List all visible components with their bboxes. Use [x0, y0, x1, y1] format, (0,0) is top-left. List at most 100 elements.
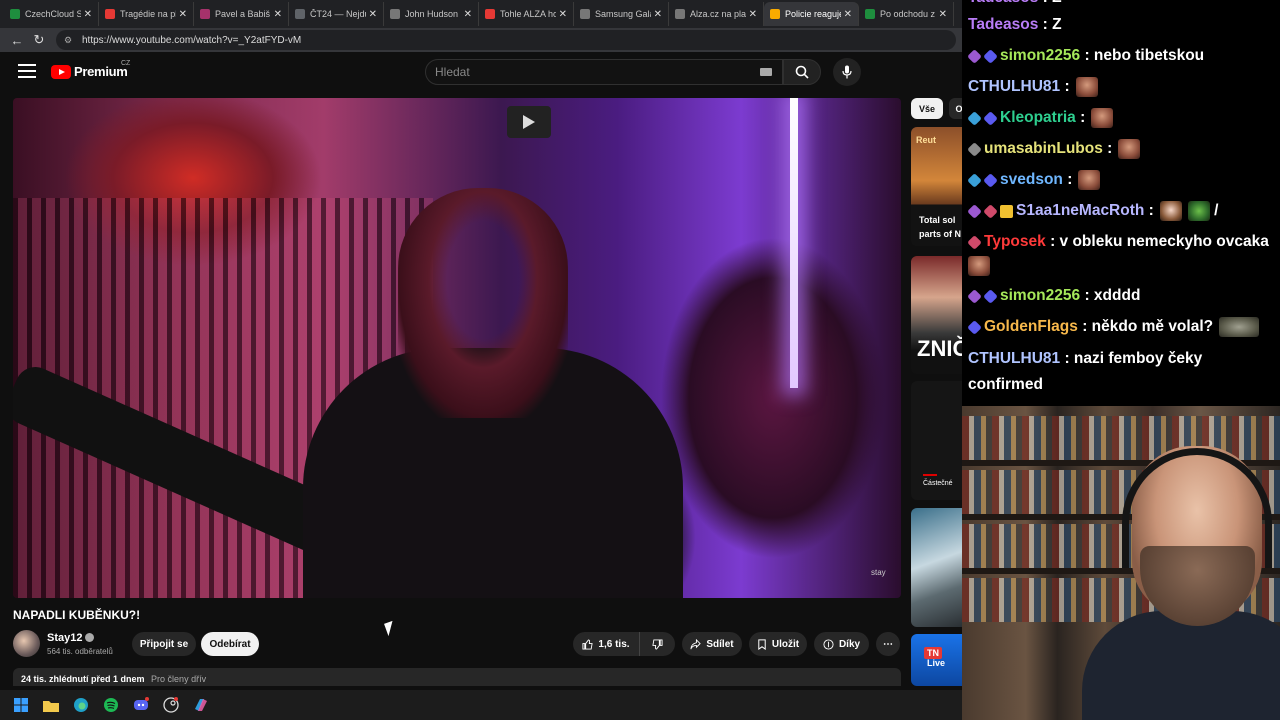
edge-logo-icon [74, 698, 88, 712]
emote-icon [1118, 139, 1141, 159]
gift-badge-icon [983, 172, 998, 188]
microphone-icon [842, 65, 852, 79]
browser-tab[interactable]: Tragédie na pla✕ [99, 2, 194, 26]
browser-tab[interactable]: Po odchodu z ✕ [859, 2, 954, 26]
close-icon[interactable]: ✕ [654, 9, 662, 20]
like-button[interactable]: 1,6 tis. [573, 632, 639, 656]
video-player[interactable]: stay [13, 98, 901, 598]
close-icon[interactable]: ✕ [464, 9, 472, 20]
members-first-label: Pro členy dřív [151, 674, 207, 684]
tab-title: Pavel a Babiš v [215, 9, 271, 19]
youtube-logo[interactable]: Premium CZ [51, 60, 130, 79]
discord-icon[interactable] [130, 694, 152, 716]
search-input[interactable]: Hledat [425, 59, 783, 85]
file-explorer-icon[interactable] [40, 694, 62, 716]
copilot-icon[interactable] [190, 694, 212, 716]
channel-watermark[interactable]: stay [871, 568, 886, 577]
browser-tab-strip: CzechCloud St✕ Tragédie na pla✕ Pavel a … [0, 0, 962, 28]
youtube-play-button-award [507, 106, 551, 138]
close-icon[interactable]: ✕ [84, 9, 92, 20]
recommended-video-thumbnail[interactable]: Částečné [911, 381, 962, 500]
chat-message-continuation [968, 256, 990, 276]
youtube-play-icon [51, 64, 71, 79]
chip-all[interactable]: Vše [911, 98, 943, 119]
close-icon[interactable]: ✕ [274, 9, 282, 20]
close-icon[interactable]: ✕ [179, 9, 187, 20]
search-button[interactable] [783, 59, 821, 85]
reload-icon[interactable]: ↻ [28, 29, 50, 51]
emote-icon [1219, 317, 1260, 337]
rec-title-line: Total sol [919, 215, 956, 225]
live-text: Live [927, 658, 946, 668]
tab-title: Tohle ALZA ho [500, 9, 556, 19]
mouse-cursor [384, 620, 397, 637]
browser-tab-active[interactable]: Policie reaguje ✕ [764, 2, 859, 26]
subscribe-button[interactable]: Odebírat [201, 632, 259, 656]
sub-badge-icon [967, 288, 982, 304]
recommended-video-thumbnail[interactable]: Reut Total sol parts of N [911, 127, 962, 246]
chat-message: simon2256 : xdddd [967, 286, 1140, 306]
tab-favicon-icon [295, 9, 305, 19]
avatar[interactable] [13, 630, 40, 657]
chat-slash: / [1214, 202, 1219, 219]
sub-badge-icon [967, 172, 982, 188]
spotify-logo-icon [104, 698, 118, 712]
recommended-video-thumbnail[interactable]: TN Live [911, 634, 962, 686]
dislike-button[interactable] [639, 632, 675, 656]
browser-tab[interactable]: John Hudson n ✕ [384, 2, 479, 26]
keyboard-icon[interactable] [760, 68, 772, 76]
share-button[interactable]: Sdílet [682, 632, 742, 656]
tab-favicon-icon [10, 9, 20, 19]
description-box[interactable]: 24 tis. zhlédnutí před 1 dnem Pro členy … [13, 668, 901, 686]
site-info-icon[interactable]: ⚙ [64, 35, 78, 46]
copilot-logo-icon [195, 699, 207, 711]
browser-tab[interactable]: ČT24 — Nejdů ✕ [289, 2, 384, 26]
chat-message: Tadeasos : Z [968, 0, 1062, 8]
voice-search-button[interactable] [833, 58, 861, 86]
browser-tab[interactable]: Samsung Gala ✕ [574, 2, 669, 26]
edge-icon[interactable] [70, 694, 92, 716]
emote-icon [1078, 170, 1101, 190]
menu-icon[interactable] [18, 64, 36, 78]
rec-accent-bar [923, 474, 937, 476]
url-text: https://www.youtube.com/watch?v=_Y2atFYD… [82, 34, 302, 46]
thanks-button[interactable]: Díky [814, 632, 869, 656]
screen: CzechCloud St✕ Tragédie na pla✕ Pavel a … [0, 0, 1280, 720]
tab-favicon-icon [485, 9, 495, 19]
chat-username: Typosek [984, 233, 1046, 250]
crown-badge-icon [1000, 204, 1013, 218]
close-icon[interactable]: ✕ [844, 9, 852, 20]
close-icon[interactable]: ✕ [559, 9, 567, 20]
spotify-icon[interactable] [100, 694, 122, 716]
browser-tab[interactable]: CzechCloud St ✕ [4, 2, 99, 26]
chat-message: Kleopatria : [967, 108, 1114, 128]
close-icon[interactable]: ✕ [749, 9, 757, 20]
channel-name[interactable]: Stay12 [47, 632, 95, 644]
chat-username: Kleopatria [1000, 109, 1076, 126]
browser-tab[interactable]: Pavel a Babiš v✕ [194, 2, 289, 26]
tab-title: John Hudson n [405, 9, 461, 19]
video-person-head [398, 188, 568, 418]
discord-logo-icon [134, 697, 149, 710]
close-icon[interactable]: ✕ [369, 9, 377, 20]
close-icon[interactable]: ✕ [939, 9, 947, 20]
browser-tab[interactable]: Tohle ALZA ho ✕ [479, 2, 574, 26]
chat-username: Tadeasos [968, 16, 1039, 33]
chat-message: CTHULHU81 : [968, 77, 1098, 97]
steam-icon[interactable] [160, 694, 182, 716]
back-arrow-icon[interactable]: ← [6, 29, 28, 51]
url-input[interactable]: ⚙ https://www.youtube.com/watch?v=_Y2atFY… [56, 30, 956, 50]
browser-tab[interactable]: Alza.cz na platf ✕ [669, 2, 764, 26]
recommended-video-thumbnail[interactable]: ZNIČ [911, 256, 962, 374]
join-button[interactable]: Připojit se [132, 632, 196, 656]
tab-title: Samsung Gala [595, 9, 651, 19]
chat-text: : Z [1043, 0, 1062, 8]
windows-start-icon[interactable] [10, 694, 32, 716]
save-button[interactable]: Uložit [749, 632, 807, 656]
tab-favicon-icon [390, 9, 400, 19]
more-actions-button[interactable]: ⋯ [876, 632, 900, 656]
youtube-header: Premium CZ Hledat [0, 52, 962, 92]
subscriber-count: 564 tis. odběratelů [47, 647, 113, 656]
recommended-video-thumbnail[interactable] [911, 508, 962, 627]
chat-message: svedson : [967, 170, 1101, 190]
